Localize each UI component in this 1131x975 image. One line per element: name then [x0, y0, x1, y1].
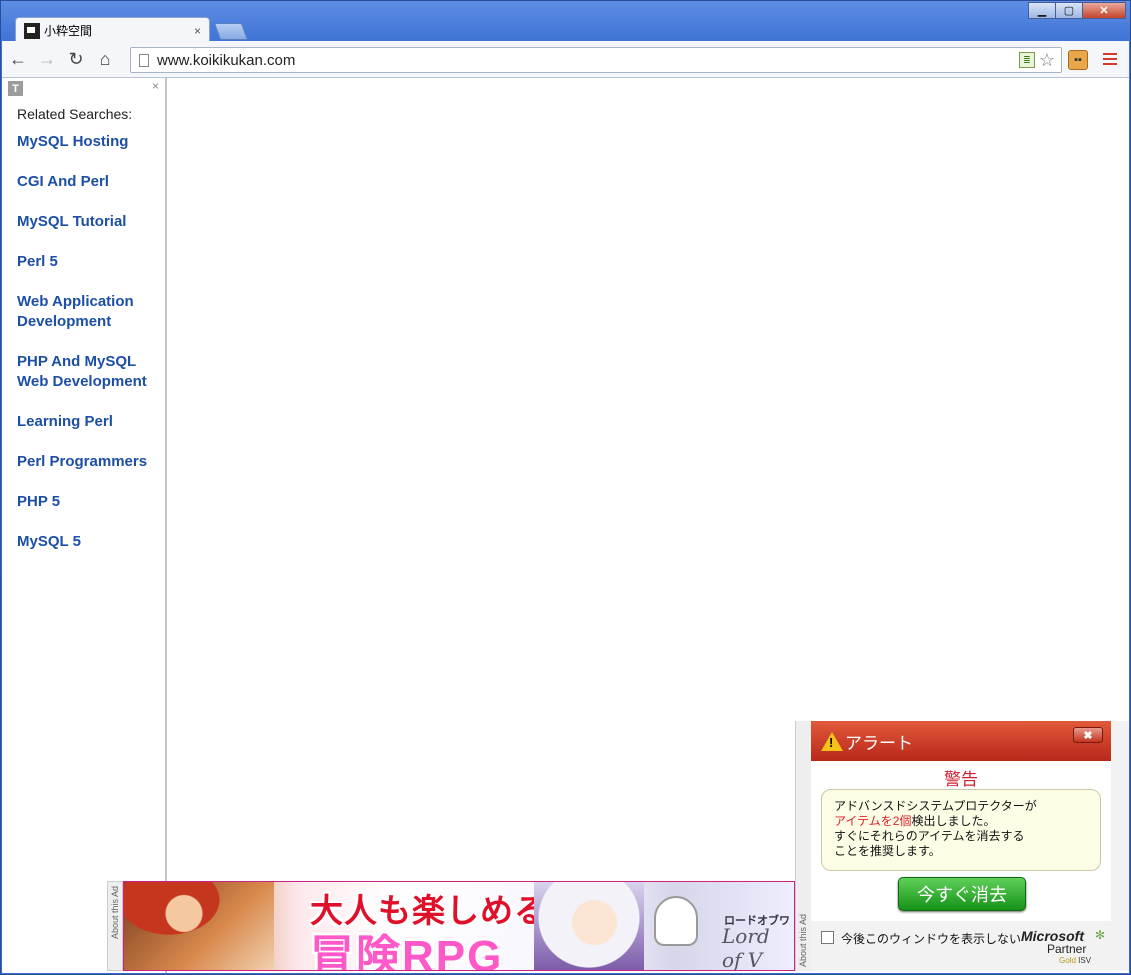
- tab-active[interactable]: 小粋空間 ×: [15, 17, 210, 43]
- back-button[interactable]: ←: [5, 46, 31, 72]
- reload-button[interactable]: ↻: [63, 46, 89, 72]
- banner-title: 冒険RPG: [310, 932, 504, 971]
- partner-star-icon: ✻: [1095, 928, 1106, 942]
- related-link[interactable]: Perl Programmers: [17, 452, 165, 472]
- forward-button[interactable]: →: [34, 46, 60, 72]
- related-link[interactable]: MySQL 5: [17, 532, 165, 552]
- rss-icon[interactable]: ≣: [1018, 52, 1035, 68]
- minimize-button[interactable]: ▁: [1028, 2, 1056, 19]
- browser-window: ▁ ▢ ✕ 小粋空間 × ← → ↻ ⌂ www.koikikukan.com …: [0, 0, 1131, 975]
- related-link[interactable]: Learning Perl: [17, 412, 165, 432]
- alert-message-highlight: アイテムを2個: [834, 814, 912, 828]
- related-link[interactable]: PHP And MySQL Web Development: [17, 352, 165, 392]
- tab-strip: 小粋空間 ×: [9, 15, 609, 43]
- tab-close-icon[interactable]: ×: [194, 24, 201, 38]
- alert-message-line: アイテムを2個検出しました。: [834, 814, 1088, 829]
- menu-icon[interactable]: [1102, 51, 1118, 67]
- address-bar[interactable]: www.koikikukan.com ≣ ☆: [130, 47, 1062, 73]
- dont-show-label[interactable]: 今後このウィンドウを表示しない: [841, 930, 1021, 947]
- t-logo-icon: T: [8, 81, 23, 96]
- window-controls: ▁ ▢ ✕: [1028, 2, 1126, 19]
- isv-label: ISV: [1078, 956, 1092, 965]
- remove-now-button[interactable]: 今すぐ消去: [898, 877, 1026, 911]
- alert-about-label: About this Ad: [798, 913, 808, 967]
- alert-about-ad[interactable]: About this Ad: [795, 721, 811, 971]
- alert-message-line: すぐにそれらのアイテムを消去する: [834, 829, 1025, 843]
- related-link[interactable]: Perl 5: [17, 252, 165, 272]
- alert-heading: 警告: [944, 770, 978, 789]
- gold-isv-label: Gold ISV: [1059, 956, 1091, 965]
- site-favicon-icon: [24, 22, 40, 39]
- banner-ghost-image: [654, 896, 698, 946]
- banner-about-label: About this Ad: [110, 886, 120, 940]
- bookmark-star-icon[interactable]: ☆: [1039, 50, 1055, 71]
- banner-character-left-image: [124, 882, 274, 970]
- new-tab-button[interactable]: [213, 23, 249, 40]
- home-button[interactable]: ⌂: [92, 46, 118, 72]
- alert-body: 警告 アドバンスドシステムプロテクターが アイテムを2個検出しました。 すぐにそ…: [811, 761, 1111, 921]
- warning-icon: [821, 731, 843, 751]
- gold-label: Gold: [1059, 956, 1076, 965]
- alert-message: アドバンスドシステムプロテクターが アイテムを2個検出しました。 すぐにそれらの…: [821, 789, 1101, 871]
- alert-message-text: 検出しました。: [911, 814, 996, 828]
- banner-about-ad[interactable]: About this Ad: [107, 881, 123, 971]
- alert-footer: 今後このウィンドウを表示しない Microsoft ✻ Partner Gold…: [811, 921, 1129, 971]
- tab-title: 小粋空間: [44, 24, 93, 38]
- related-searches-heading: Related Searches:: [17, 106, 133, 122]
- related-link[interactable]: Web Application Development: [17, 292, 165, 332]
- maximize-button[interactable]: ▢: [1055, 2, 1083, 19]
- window-close-button[interactable]: ✕: [1082, 2, 1126, 19]
- related-link[interactable]: MySQL Hosting: [17, 132, 165, 152]
- url-text[interactable]: www.koikikukan.com: [157, 52, 1019, 69]
- alert-title: アラート: [845, 733, 913, 753]
- related-link[interactable]: CGI And Perl: [17, 172, 165, 192]
- banner-character-right-image: [534, 882, 644, 970]
- page-icon: [139, 53, 149, 67]
- sidebar-close-icon[interactable]: ×: [152, 79, 159, 93]
- browser-toolbar: ← → ↻ ⌂ www.koikikukan.com ≣ ☆ ▪▪: [2, 41, 1129, 78]
- rpg-banner-ad[interactable]: 大人も楽しめる 冒険RPG ロードオブワ Lord of V: [123, 881, 795, 971]
- fake-alert-popup: アラート ✖ 警告 アドバンスドシステムプロテクターが アイテムを2個検出しまし…: [811, 721, 1129, 971]
- alert-message-line: ことを推奨します。: [834, 844, 941, 858]
- alert-message-line: アドバンスドシステムプロテクターが: [834, 799, 1037, 813]
- dont-show-checkbox[interactable]: [821, 931, 834, 944]
- extension-icon[interactable]: ▪▪: [1068, 50, 1088, 70]
- alert-close-button[interactable]: ✖: [1073, 727, 1103, 743]
- partner-label: Partner: [1047, 942, 1087, 956]
- banner-logo: Lord of V: [722, 924, 770, 971]
- related-link[interactable]: PHP 5: [17, 492, 165, 512]
- related-link[interactable]: MySQL Tutorial: [17, 212, 165, 232]
- related-searches-sidebar: T × Related Searches: MySQL Hosting CGI …: [4, 78, 167, 973]
- alert-titlebar: アラート ✖: [811, 721, 1111, 761]
